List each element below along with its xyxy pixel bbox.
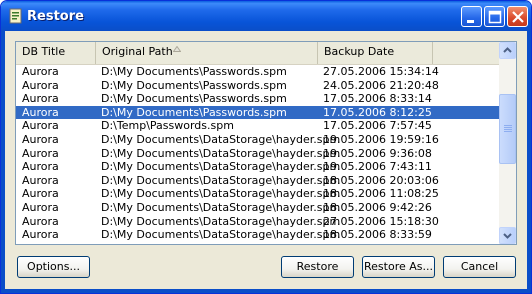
cell-backup-date: 24.05.2006 21:20:48	[323, 78, 439, 92]
window-title: Restore	[27, 9, 84, 24]
cell-db-title: Aurora	[22, 132, 59, 146]
scroll-thumb[interactable]	[499, 94, 516, 164]
table-row[interactable]: Aurora D:\My Documents\DataStorage\hayder…	[16, 147, 500, 161]
cell-db-title: Aurora	[22, 105, 59, 119]
column-header-label: DB Title	[22, 45, 66, 58]
scroll-grip-line	[504, 125, 512, 126]
cell-backup-date: 18.05.2006 8:33:59	[323, 228, 432, 242]
cell-original-path: D:\My Documents\Passwords.spm	[101, 92, 287, 106]
restore-dialog: Restore DB Title Original Path Backup Da…	[0, 0, 532, 294]
cell-backup-date: 17.05.2006 8:12:25	[323, 105, 432, 119]
table-row[interactable]: Aurora D:\My Documents\DataStorage\hayder…	[16, 187, 500, 201]
cancel-button[interactable]: Cancel	[443, 256, 516, 278]
window-frame-left	[1, 31, 5, 293]
scroll-grip-line	[504, 127, 512, 128]
cell-backup-date: 19.05.2006 7:43:11	[323, 160, 432, 174]
cell-original-path: D:\My Documents\DataStorage\hayder.spm	[101, 228, 341, 242]
list-header: DB Title Original Path Backup Date	[16, 42, 500, 65]
table-row[interactable]: Aurora D:\My Documents\DataStorage\hayder…	[16, 201, 500, 215]
cell-backup-date: 17.05.2006 7:57:45	[323, 119, 432, 133]
vertical-scrollbar[interactable]	[499, 42, 516, 244]
table-row[interactable]: Aurora D:\My Documents\DataStorage\hayder…	[16, 133, 500, 147]
close-icon	[512, 11, 524, 23]
cell-backup-date: 27.05.2006 15:18:30	[323, 214, 439, 228]
column-header-original-path[interactable]: Original Path	[96, 42, 318, 64]
cell-original-path: D:\My Documents\DataStorage\hayder.spm	[101, 187, 341, 201]
table-row[interactable]: Aurora D:\My Documents\Passwords.spm 17.05…	[16, 92, 500, 106]
cell-original-path: D:\My Documents\DataStorage\hayder.spm	[101, 200, 341, 214]
table-row[interactable]: Aurora D:\My Documents\DataStorage\hayder…	[16, 160, 500, 174]
cell-backup-date: 17.05.2006 8:33:14	[323, 92, 432, 106]
table-row[interactable]: Aurora D:\My Documents\Passwords.spm 24.05…	[16, 79, 500, 93]
table-row[interactable]: Aurora D:\My Documents\DataStorage\hayder…	[16, 215, 500, 229]
cell-backup-date: 18.05.2006 9:42:26	[323, 200, 432, 214]
column-header-label: Backup Date	[324, 45, 395, 58]
cell-backup-date: 18.05.2006 11:08:25	[323, 187, 439, 201]
minimize-button[interactable]	[461, 6, 482, 27]
cell-original-path: D:\My Documents\DataStorage\hayder.spm	[101, 160, 341, 174]
cell-db-title: Aurora	[22, 78, 59, 92]
chevron-down-icon	[503, 233, 512, 239]
restore-button[interactable]: Restore	[281, 256, 354, 278]
cell-original-path: D:\My Documents\Passwords.spm	[101, 78, 287, 92]
options-button[interactable]: Options...	[17, 256, 90, 278]
maximize-icon	[488, 10, 502, 24]
cell-original-path: D:\My Documents\DataStorage\hayder.spm	[101, 214, 341, 228]
maximize-button[interactable]	[484, 6, 505, 27]
scroll-up-button[interactable]	[499, 42, 516, 59]
cell-original-path: D:\My Documents\Passwords.spm	[101, 65, 287, 78]
table-row[interactable]: Aurora D:\My Documents\DataStorage\hayder…	[16, 174, 500, 188]
cell-db-title: Aurora	[22, 92, 59, 106]
cell-original-path: D:\Temp\Passwords.spm	[101, 119, 234, 133]
cell-original-path: D:\My Documents\DataStorage\hayder.spm	[101, 132, 341, 146]
cell-original-path: D:\My Documents\DataStorage\hayder.spm	[101, 146, 341, 160]
backup-list[interactable]: DB Title Original Path Backup Date Auror…	[15, 41, 517, 245]
close-button[interactable]	[507, 6, 528, 27]
table-row[interactable]: Aurora D:\My Documents\DataStorage\hayder…	[16, 228, 500, 242]
scroll-down-button[interactable]	[499, 227, 516, 244]
cell-backup-date: 27.05.2006 15:34:14	[323, 65, 439, 78]
cell-db-title: Aurora	[22, 119, 59, 133]
list-rows: Aurora D:\My Documents\Passwords.spm 27.05…	[16, 65, 500, 242]
database-icon	[9, 8, 22, 24]
sort-ascending-icon	[173, 46, 181, 52]
column-header-label: Original Path	[102, 45, 173, 58]
window-frame-right	[527, 31, 531, 293]
scroll-grip-line	[504, 131, 512, 132]
title-bar[interactable]: Restore	[1, 1, 531, 31]
scroll-grip-line	[504, 129, 512, 130]
restore-as-button[interactable]: Restore As...	[362, 256, 435, 278]
column-header-backup-date[interactable]: Backup Date	[318, 42, 433, 64]
table-row-selected[interactable]: Aurora D:\My Documents\Passwords.spm 17.05…	[16, 105, 500, 120]
cell-backup-date: 19.05.2006 9:36:08	[323, 146, 432, 160]
column-header-db-title[interactable]: DB Title	[16, 42, 96, 64]
cell-original-path: D:\My Documents\DataStorage\hayder.spm	[101, 173, 341, 187]
cell-db-title: Aurora	[22, 228, 59, 242]
cell-db-title: Aurora	[22, 65, 59, 78]
cell-original-path: D:\My Documents\Passwords.spm	[101, 105, 287, 119]
table-row[interactable]: Aurora D:\Temp\Passwords.spm 17.05.2006 7:…	[16, 119, 500, 133]
table-row[interactable]: Aurora D:\My Documents\Passwords.spm 27.05…	[16, 65, 500, 79]
cell-backup-date: 18.05.2006 20:03:06	[323, 173, 439, 187]
window-frame-bottom	[1, 289, 531, 293]
cell-db-title: Aurora	[22, 160, 59, 174]
chevron-up-icon	[503, 47, 512, 53]
cell-db-title: Aurora	[22, 173, 59, 187]
cell-db-title: Aurora	[22, 214, 59, 228]
cell-db-title: Aurora	[22, 187, 59, 201]
cell-db-title: Aurora	[22, 200, 59, 214]
cell-db-title: Aurora	[22, 146, 59, 160]
cell-backup-date: 19.05.2006 19:59:16	[323, 132, 439, 146]
minimize-icon	[467, 20, 474, 23]
